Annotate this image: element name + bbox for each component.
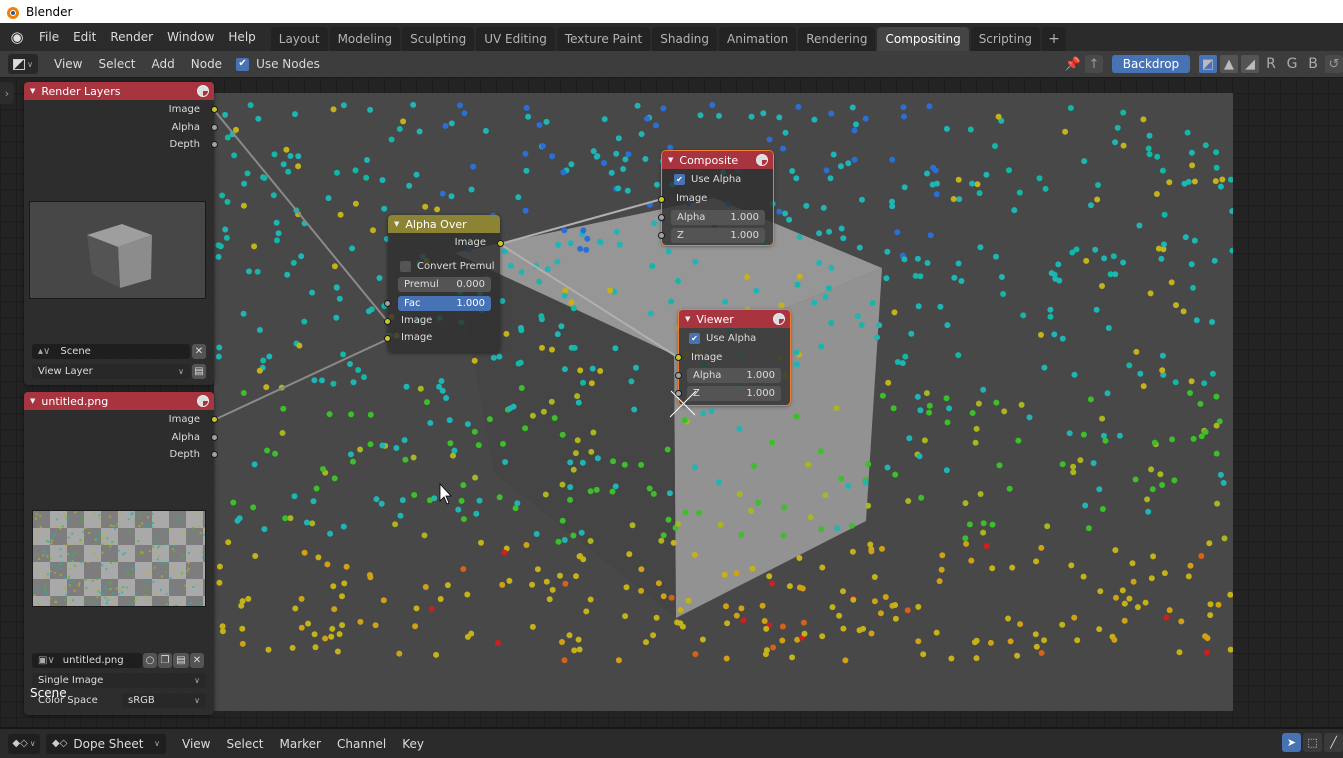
tab-layout[interactable]: Layout xyxy=(270,27,328,51)
tab-shading[interactable]: Shading xyxy=(652,27,717,51)
top-menu-bar: ◉ File Edit Render Window Help Layout Mo… xyxy=(0,23,1343,51)
tab-compositing[interactable]: Compositing xyxy=(877,27,969,51)
menu-help[interactable]: Help xyxy=(221,23,262,51)
use-nodes-toggle[interactable]: ✔ Use Nodes xyxy=(236,57,320,71)
red-channel-button[interactable]: R xyxy=(1262,55,1280,73)
editor-type-selector[interactable]: ◆◇ ∨ xyxy=(8,733,40,754)
use-nodes-checkbox[interactable]: ✔ xyxy=(236,57,250,71)
header-right-tools: 📌 ↑ Backdrop ◩ ▲ ◢ R G B ↺ xyxy=(1064,51,1343,77)
node-editor-canvas[interactable]: › ▼ Render Layers Image Alpha Depth ▴∨ S… xyxy=(0,77,1343,727)
parent-node-tree-icon[interactable]: ↑ xyxy=(1085,55,1103,73)
os-title-bar: Blender xyxy=(0,0,1343,23)
dope-sheet-header: ◆◇ ∨ ◆◇ Dope Sheet ∨ View Select Marker … xyxy=(0,727,1343,758)
menu-view[interactable]: View xyxy=(46,57,90,71)
blue-channel-button[interactable]: B xyxy=(1304,55,1322,73)
selection-tools: ➤ ⬚ ╱ xyxy=(1282,733,1343,752)
scene-overlay-label: Scene xyxy=(30,686,67,700)
tab-animation[interactable]: Animation xyxy=(719,27,797,51)
color-channel-icon[interactable]: ▲ xyxy=(1220,55,1238,73)
dope-sheet-mode-dropdown[interactable]: ◆◇ Dope Sheet ∨ xyxy=(46,733,166,754)
menu-key[interactable]: Key xyxy=(394,737,432,751)
green-channel-button[interactable]: G xyxy=(1283,55,1301,73)
dope-sheet-icon: ◆◇ xyxy=(52,738,68,749)
select-box-icon[interactable]: ⬚ xyxy=(1303,733,1322,752)
menu-select[interactable]: Select xyxy=(218,737,271,751)
select-lasso-icon[interactable]: ╱ xyxy=(1324,733,1343,752)
mouse-cursor-icon xyxy=(439,482,452,505)
menu-file[interactable]: File xyxy=(32,23,66,51)
chevron-down-icon: ∨ xyxy=(154,739,160,748)
chevron-down-icon: ∨ xyxy=(27,59,33,69)
add-workspace-button[interactable]: + xyxy=(1042,27,1066,51)
menu-node[interactable]: Node xyxy=(183,57,230,71)
menu-view[interactable]: View xyxy=(174,737,218,751)
blender-menu-icon[interactable]: ◉ xyxy=(6,26,28,48)
mode-value: Dope Sheet xyxy=(73,736,144,751)
tab-sculpting[interactable]: Sculpting xyxy=(402,27,475,51)
tab-texture-paint[interactable]: Texture Paint xyxy=(556,27,651,51)
color-alpha-channel-icon[interactable]: ◩ xyxy=(1199,55,1217,73)
editor-type-selector[interactable]: ∨ xyxy=(8,54,38,74)
use-nodes-label: Use Nodes xyxy=(256,57,320,71)
menu-window[interactable]: Window xyxy=(160,23,221,51)
menu-add[interactable]: Add xyxy=(144,57,183,71)
select-tweak-icon[interactable]: ➤ xyxy=(1282,733,1301,752)
pin-icon[interactable]: 📌 xyxy=(1064,55,1082,73)
node-editor-header: ∨ View Select Add Node ✔ Use Nodes 📌 ↑ B… xyxy=(0,51,1343,77)
tab-rendering[interactable]: Rendering xyxy=(798,27,876,51)
menu-channel[interactable]: Channel xyxy=(329,737,394,751)
menu-select[interactable]: Select xyxy=(90,57,143,71)
backdrop-toggle-button[interactable]: Backdrop xyxy=(1112,55,1190,73)
blender-logo-icon xyxy=(4,4,20,20)
menu-edit[interactable]: Edit xyxy=(66,23,103,51)
window-title: Blender xyxy=(26,4,73,19)
workspace-tabs: Layout Modeling Sculpting UV Editing Tex… xyxy=(270,23,1068,51)
tab-modeling[interactable]: Modeling xyxy=(329,27,401,51)
menu-marker[interactable]: Marker xyxy=(272,737,329,751)
tab-uv-editing[interactable]: UV Editing xyxy=(476,27,555,51)
dope-sheet-icon: ◆◇ xyxy=(12,738,28,749)
chevron-down-icon: ∨ xyxy=(29,739,36,748)
snap-icon[interactable]: ↺ xyxy=(1325,55,1343,73)
compositor-icon xyxy=(13,58,26,70)
alpha-channel-icon[interactable]: ◢ xyxy=(1241,55,1259,73)
tab-scripting[interactable]: Scripting xyxy=(970,27,1041,51)
menu-render[interactable]: Render xyxy=(103,23,160,51)
